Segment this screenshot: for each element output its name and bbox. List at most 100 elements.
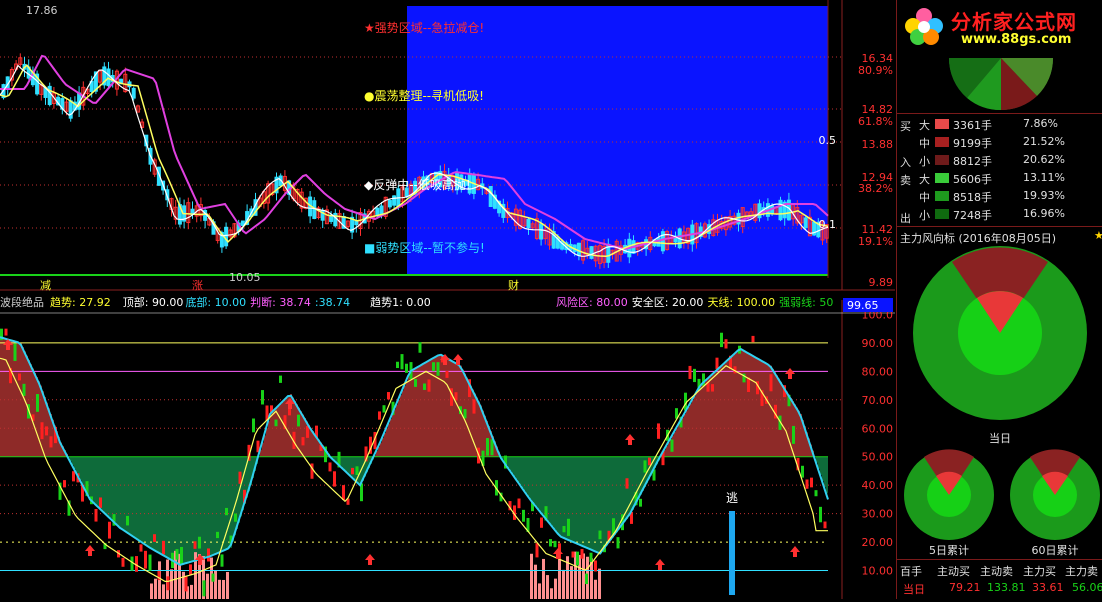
candle-body — [526, 219, 531, 228]
lower-axis-label: 80.00 — [862, 365, 894, 378]
candle-body — [778, 199, 783, 221]
safe-fill — [560, 456, 562, 537]
risk-fill — [696, 392, 698, 457]
safe-fill — [208, 456, 210, 557]
risk-fill — [310, 428, 312, 457]
risk-fill — [8, 339, 10, 457]
safe-fill — [190, 456, 192, 563]
trend-bar — [576, 551, 579, 566]
logo-text: 分析家公式网 — [951, 10, 1077, 34]
risk-fill — [666, 446, 668, 457]
volume-pie — [948, 58, 1054, 111]
safe-fill — [140, 456, 142, 542]
lower-axis-label: 90.00 — [862, 337, 894, 350]
buy-arrow-icon — [625, 434, 635, 445]
trend-bar — [355, 466, 359, 475]
safe-fill — [92, 456, 94, 502]
trend-bar — [279, 375, 282, 383]
safe-fill — [522, 456, 524, 489]
risk-fill — [684, 414, 686, 457]
safe-fill — [550, 456, 552, 525]
risk-fill — [798, 410, 800, 457]
risk-fill — [434, 357, 436, 457]
trend-bar — [639, 498, 642, 507]
safe-fill — [536, 456, 538, 507]
pink-bar — [206, 573, 209, 599]
lower-axis: 100.090.0080.0070.0060.0050.0040.0030.00… — [862, 308, 894, 577]
trend-bar — [216, 531, 219, 539]
candle-body — [392, 195, 397, 206]
safe-fill — [186, 456, 188, 564]
candle-body — [106, 68, 111, 87]
lower-axis-label: 40.00 — [862, 479, 894, 492]
flow-header-0: 百手 — [900, 565, 922, 578]
trend-bar — [99, 497, 102, 508]
flow-row-size: 大 — [919, 119, 930, 132]
trend-bar — [567, 518, 570, 536]
candle-body — [589, 246, 594, 259]
flow-row-size: 小 — [919, 209, 930, 222]
trend-bar — [432, 362, 435, 372]
bottom-label-1: 涨 — [192, 279, 203, 292]
buy-arrow-icon — [655, 559, 665, 570]
risk-fill — [10, 340, 12, 457]
safe-fill — [822, 456, 824, 482]
risk-fill — [760, 359, 762, 457]
trend-bar — [72, 471, 75, 482]
safe-fill — [222, 456, 224, 552]
trend-bar — [625, 478, 629, 489]
safe-fill — [824, 456, 826, 488]
pink-bar — [562, 569, 565, 599]
risk-fill — [428, 361, 430, 457]
pct-axis-1: 61.8% — [858, 115, 893, 128]
buy-arrow-icon — [785, 368, 795, 379]
safe-fill — [174, 456, 176, 562]
flow-row-percent: 19.93% — [1023, 189, 1065, 202]
trend-label: 趋势: — [50, 296, 76, 309]
trend-bar — [517, 498, 521, 509]
risk-fill — [300, 411, 302, 457]
pink-bar — [158, 561, 161, 599]
risk-fill — [380, 442, 382, 457]
safe-fill — [548, 456, 550, 522]
risk-fill — [418, 366, 420, 457]
day5-gauge — [904, 449, 994, 540]
trend-bar — [202, 580, 206, 597]
risk-fill — [452, 361, 454, 457]
side-panel: 分析家公式网 www.88gs.com 买 入 卖 出 大 3361手 7.86% 中… — [896, 0, 1102, 599]
trend1-label: 趋势1: — [370, 296, 403, 309]
risk-fill — [412, 370, 414, 457]
pink-bar — [226, 571, 229, 599]
flow-row-percent: 20.62% — [1023, 153, 1065, 166]
risk-fill — [398, 399, 400, 457]
direction-title: 主力风向标 (2016年08月05日) — [900, 232, 1057, 245]
risk-fill — [406, 380, 408, 457]
chart-area[interactable]: 逃 17.86 10.05 ★强势区域--急拉减仓! ●震荡整理--寻机低吸! … — [0, 0, 895, 599]
risk-fill — [738, 350, 740, 457]
pink-bar — [534, 564, 537, 599]
safe-fill — [508, 456, 510, 469]
safe-fill — [156, 456, 158, 552]
trend-bar — [198, 536, 201, 549]
candle-body — [68, 100, 73, 119]
safe-fill — [166, 456, 168, 557]
candle-body — [576, 242, 581, 256]
risk-fill — [24, 351, 26, 457]
trend-bar — [810, 477, 813, 488]
safe-fill — [90, 456, 92, 500]
risk-fill — [266, 428, 268, 457]
flow-row: 小 7248手 16.96% — [897, 205, 1102, 223]
trend-bar — [463, 409, 467, 419]
trend-bar — [549, 539, 552, 547]
trend-bar — [612, 518, 615, 534]
risk-fill — [762, 361, 764, 457]
risk-fill — [744, 350, 746, 457]
safe-fill — [74, 456, 76, 470]
risk-fill — [404, 385, 406, 457]
flow-table: 买 入 卖 出 大 3361手 7.86% 中 9199手 21.52% 小 8812手 20.… — [897, 114, 1102, 226]
safe-fill — [136, 456, 138, 539]
risk-fill — [442, 355, 444, 457]
flow-row-volume: 7248手 — [953, 209, 992, 222]
flow-row-percent: 13.11% — [1023, 171, 1065, 184]
flow-row-size: 中 — [919, 137, 930, 150]
